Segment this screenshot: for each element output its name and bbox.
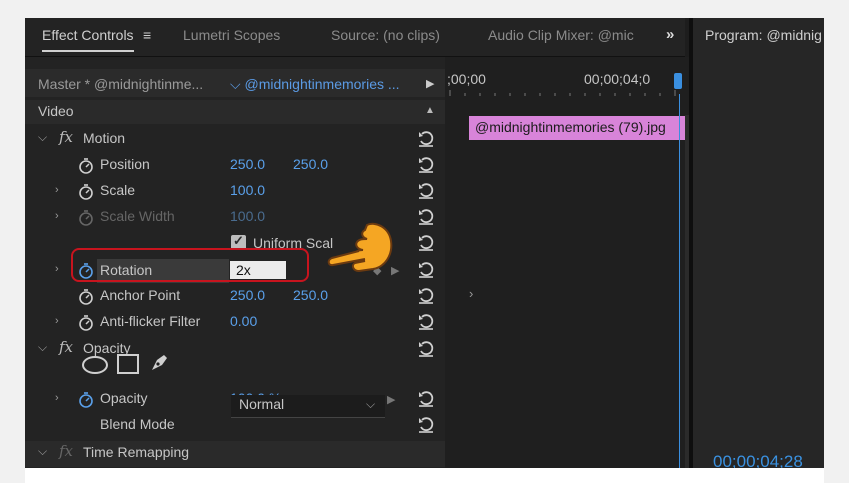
stopwatch-icon: [79, 210, 93, 226]
reset-icon[interactable]: [417, 287, 435, 305]
tab-audio-clip-mixer[interactable]: Audio Clip Mixer: @mic: [488, 27, 635, 43]
clip-bar[interactable]: @midnightinmemories (79).jpg: [469, 116, 685, 140]
reset-icon[interactable]: [417, 234, 435, 252]
anti-flicker-value[interactable]: 0.00: [230, 313, 257, 329]
scale-value[interactable]: 100.0: [230, 182, 265, 198]
reset-icon[interactable]: [417, 416, 435, 434]
motion-label: Motion: [83, 130, 126, 146]
chevron-right-icon[interactable]: ›: [55, 315, 59, 327]
collapse-up-icon[interactable]: ▲: [425, 105, 435, 116]
rotation-highlight-box: [71, 248, 309, 282]
master-clip-label[interactable]: Master * @midnightinme...: [38, 76, 203, 92]
opacity-label: Opacity: [100, 390, 148, 406]
anchor-y-value[interactable]: 250.0: [293, 287, 328, 303]
reset-icon[interactable]: [417, 261, 435, 279]
position-x-value[interactable]: 250.0: [230, 156, 265, 172]
anchor-point-label: Anchor Point: [100, 287, 181, 303]
scale-label: Scale: [100, 182, 136, 198]
blend-mode-select[interactable]: Normal ⌵: [231, 395, 385, 418]
checkmark-icon: ✓: [233, 233, 244, 248]
tab-lumetri-scopes[interactable]: Lumetri Scopes: [183, 27, 280, 43]
page-bottom-strip: [25, 468, 824, 483]
blend-mode-value: Normal: [239, 396, 285, 412]
scale-row: › Scale 100.0: [25, 179, 445, 205]
playhead-handle[interactable]: [674, 73, 682, 89]
chevron-right-icon[interactable]: ›: [55, 210, 59, 222]
video-label: Video: [38, 103, 74, 119]
chevron-right-icon[interactable]: ›: [55, 392, 59, 404]
play-arrow-icon[interactable]: ▶: [426, 77, 434, 90]
video-section-header: Video ▲: [25, 100, 445, 124]
chevron-down-icon[interactable]: ⌵: [38, 340, 47, 355]
program-monitor-panel: Program: @midnig 00;00;04;28: [693, 18, 824, 468]
playhead-line: [679, 94, 680, 468]
blend-mode-label: Blend Mode: [100, 416, 175, 432]
stopwatch-icon[interactable]: [78, 314, 94, 332]
reset-icon[interactable]: [417, 130, 435, 148]
clip-dropdown[interactable]: ⌵ @midnightinmemories ...: [230, 76, 400, 93]
chevron-down-icon: ⌵: [366, 397, 376, 411]
fx-icon[interactable]: fx: [59, 338, 73, 356]
reset-icon[interactable]: [417, 390, 435, 408]
anti-flicker-label: Anti-flicker Filter: [100, 313, 201, 329]
time-remapping-label: Time Remapping: [83, 444, 190, 460]
timeline-end-timecode: 00;00;04;0: [584, 71, 651, 87]
position-row: Position 250.0 250.0: [25, 153, 445, 179]
anchor-x-value[interactable]: 250.0: [230, 287, 265, 303]
clip-name: @midnightinmemories (79).jpg: [475, 119, 666, 135]
program-timecode[interactable]: 00;00;04;28: [713, 452, 803, 468]
panel-menu-icon[interactable]: ≡: [143, 27, 151, 43]
reset-icon[interactable]: [417, 313, 435, 331]
time-remapping-row[interactable]: ⌵ fx Time Remapping: [25, 441, 445, 467]
next-keyframe-icon[interactable]: ▶: [387, 393, 395, 406]
chevron-down-icon[interactable]: ⌵: [38, 130, 47, 145]
tab-label: Effect Controls: [42, 27, 134, 43]
reset-icon[interactable]: [417, 208, 435, 226]
chevron-right-icon[interactable]: ›: [55, 263, 59, 275]
anchor-point-row: Anchor Point 250.0 250.0: [25, 284, 445, 310]
position-label: Position: [100, 156, 150, 172]
anti-flicker-row: › Anti-flicker Filter 0.00: [25, 310, 445, 336]
tab-source[interactable]: Source: (no clips): [331, 27, 440, 43]
effect-timeline: ;00;00 00;00;04;0 @midnightinmemories (7…: [445, 57, 689, 468]
pen-mask-icon[interactable]: [149, 351, 171, 373]
stopwatch-icon[interactable]: [78, 183, 94, 201]
active-tab-underline: [42, 50, 134, 52]
reset-icon[interactable]: [417, 182, 435, 200]
reset-icon[interactable]: [417, 340, 435, 358]
stopwatch-icon[interactable]: [78, 391, 94, 409]
scale-width-label: Scale Width: [100, 208, 175, 224]
pointing-hand-icon: [327, 222, 393, 273]
chevron-right-icon[interactable]: ›: [55, 184, 59, 196]
reset-icon[interactable]: [417, 156, 435, 174]
chevron-right-icon[interactable]: ›: [469, 286, 473, 301]
stopwatch-icon[interactable]: [78, 288, 94, 306]
tab-effect-controls[interactable]: Effect Controls: [42, 27, 134, 52]
ellipse-mask-icon[interactable]: [82, 356, 108, 374]
rectangle-mask-icon[interactable]: [117, 354, 139, 374]
program-monitor-title[interactable]: Program: @midnig: [705, 27, 822, 43]
fx-icon[interactable]: fx: [59, 128, 73, 146]
chevron-down-icon[interactable]: ⌵: [38, 444, 47, 459]
position-y-value[interactable]: 250.0: [293, 156, 328, 172]
premiere-window: Effect Controls ≡ Lumetri Scopes Source:…: [25, 18, 824, 468]
stopwatch-icon[interactable]: [78, 157, 94, 175]
motion-effect-row[interactable]: ⌵ fx Motion: [25, 127, 445, 153]
time-ruler[interactable]: [445, 90, 685, 96]
panel-tab-bar: Effect Controls ≡ Lumetri Scopes Source:…: [25, 18, 685, 57]
fx-icon: fx: [59, 442, 74, 460]
more-tabs-icon[interactable]: »: [666, 26, 674, 43]
scale-width-value: 100.0: [230, 208, 266, 224]
timeline-start-timecode: ;00;00: [447, 71, 486, 87]
